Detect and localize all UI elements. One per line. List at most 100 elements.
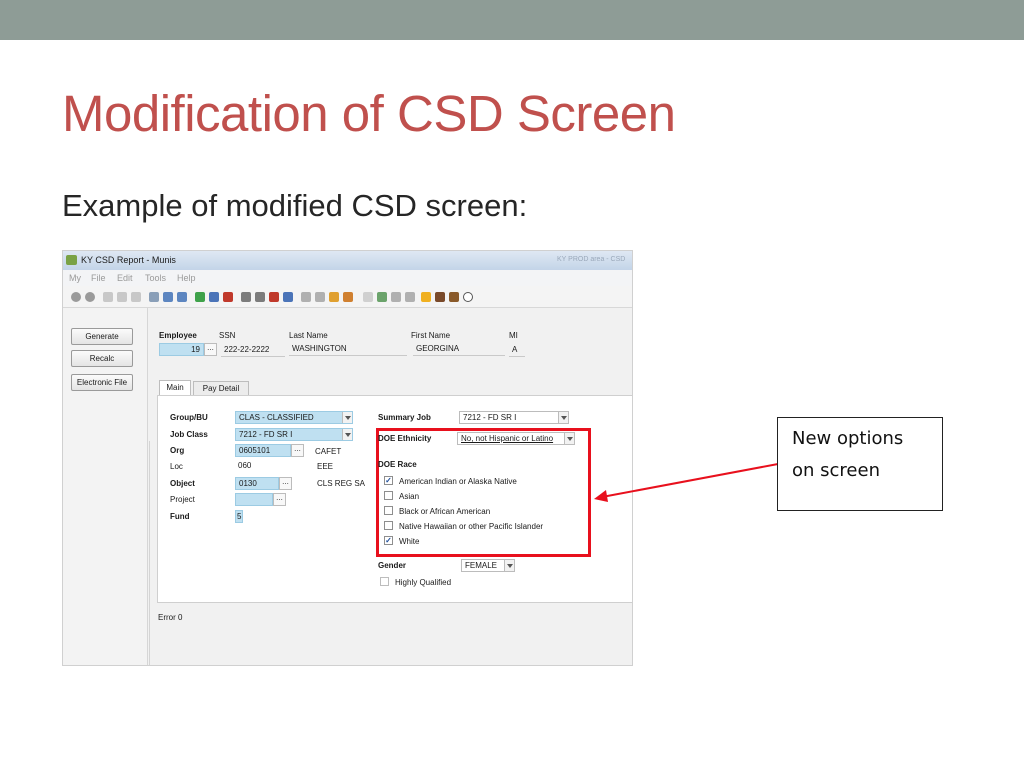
- org-description: CAFET: [315, 447, 342, 456]
- project-lookup-button[interactable]: ...: [273, 493, 286, 506]
- lightbulb-icon[interactable]: [435, 292, 445, 302]
- mi-field: A: [509, 344, 525, 357]
- race-checkbox-black[interactable]: [384, 506, 393, 515]
- search-icon[interactable]: [149, 292, 159, 302]
- error-status: Error 0: [158, 613, 183, 622]
- group-bu-value: CLAS - CLASSIFIED: [239, 413, 314, 422]
- doe-ethnicity-select[interactable]: No, not Hispanic or Latino: [457, 432, 575, 445]
- highly-qualified-checkbox[interactable]: [380, 577, 389, 586]
- chevron-down-icon[interactable]: [342, 429, 352, 440]
- filter-icon[interactable]: [405, 292, 415, 302]
- munis-app-icon: [66, 255, 77, 265]
- loc-description: EEE: [317, 462, 334, 471]
- slide-title: Modification of CSD Screen: [62, 85, 676, 142]
- notes-icon[interactable]: [315, 292, 325, 302]
- attach-icon[interactable]: [301, 292, 311, 302]
- object-label: Object: [170, 479, 195, 488]
- project-input[interactable]: [235, 493, 273, 506]
- pane-divider: [149, 441, 150, 665]
- race-checkbox-american-indian[interactable]: ✓: [384, 476, 393, 485]
- race-label-white: White: [399, 537, 420, 546]
- cut-icon[interactable]: [103, 292, 113, 302]
- race-label-native-hawaiian: Native Hawaiian or other Pacific Islande…: [399, 522, 544, 531]
- export-icon[interactable]: [283, 292, 293, 302]
- job-class-select[interactable]: 7212 - FD SR I: [235, 428, 353, 441]
- employee-lookup-button[interactable]: ...: [204, 343, 217, 356]
- doe-ethnicity-label: DOE Ethnicity: [378, 434, 432, 443]
- race-label-american-indian: American Indian or Alaska Native: [399, 477, 517, 486]
- org-input[interactable]: 0605101: [235, 444, 291, 457]
- race-label-asian: Asian: [399, 492, 420, 501]
- chevron-down-icon[interactable]: [558, 412, 568, 423]
- print-preview-icon[interactable]: [255, 292, 265, 302]
- chart-icon[interactable]: [391, 292, 401, 302]
- print-icon[interactable]: [241, 292, 251, 302]
- first-name-field: GEORGINA: [413, 343, 505, 356]
- org-lookup-button[interactable]: ...: [291, 444, 304, 457]
- electronic-file-button[interactable]: Electronic File: [71, 374, 133, 391]
- add-icon[interactable]: [195, 292, 205, 302]
- loc-label: Loc: [170, 462, 183, 471]
- tab-pay-detail[interactable]: Pay Detail: [193, 381, 249, 396]
- window-ghost-text: KY PROD area - CSD: [557, 256, 626, 263]
- race-checkbox-asian[interactable]: [384, 491, 393, 500]
- tab-main[interactable]: Main: [159, 380, 191, 396]
- help-icon[interactable]: [463, 292, 473, 302]
- menu-tools[interactable]: Tools: [145, 273, 166, 283]
- pdf-icon[interactable]: [269, 292, 279, 302]
- mail-icon[interactable]: [329, 292, 339, 302]
- first-name-label: First Name: [411, 331, 451, 340]
- annotation-arrow: [594, 463, 779, 502]
- object-input[interactable]: 0130: [235, 477, 279, 490]
- delete-icon[interactable]: [223, 292, 233, 302]
- last-name-label: Last Name: [289, 331, 328, 340]
- object-lookup-button[interactable]: ...: [279, 477, 292, 490]
- group-bu-select[interactable]: CLAS - CLASSIFIED: [235, 411, 353, 424]
- doe-race-label: DOE Race: [378, 460, 417, 469]
- window-title: KY CSD Report - Munis: [81, 255, 176, 265]
- chevron-down-icon[interactable]: [504, 560, 514, 571]
- paste-icon[interactable]: [131, 292, 141, 302]
- menu-edit[interactable]: Edit: [117, 273, 133, 283]
- gender-select[interactable]: FEMALE: [461, 559, 515, 572]
- race-checkbox-native-hawaiian[interactable]: [384, 521, 393, 530]
- gender-value: FEMALE: [465, 561, 498, 570]
- ssn-label: SSN: [219, 331, 236, 340]
- book-icon[interactable]: [449, 292, 459, 302]
- slide-subtitle: Example of modified CSD screen:: [62, 188, 528, 223]
- list-icon[interactable]: [177, 292, 187, 302]
- excel-icon[interactable]: [377, 292, 387, 302]
- edit-icon[interactable]: [363, 292, 373, 302]
- group-bu-label: Group/BU: [170, 413, 208, 422]
- action-pane: Generate Recalc Electronic File: [63, 308, 148, 665]
- employee-input[interactable]: 19: [159, 343, 204, 356]
- annotation-callout: New options on screen: [777, 417, 943, 511]
- star-icon[interactable]: [421, 292, 431, 302]
- menu-help[interactable]: Help: [177, 273, 196, 283]
- fund-label: Fund: [170, 512, 190, 521]
- copy-icon[interactable]: [117, 292, 127, 302]
- window-title-bar: KY CSD Report - Munis KY PROD area - CSD: [63, 251, 632, 270]
- menu-file[interactable]: File: [91, 273, 106, 283]
- update-icon[interactable]: [209, 292, 219, 302]
- fund-input[interactable]: 5: [235, 510, 243, 523]
- summary-job-select[interactable]: 7212 - FD SR I: [459, 411, 569, 424]
- chevron-down-icon[interactable]: [342, 412, 352, 423]
- project-label: Project: [170, 495, 195, 504]
- forward-icon[interactable]: [85, 292, 95, 302]
- race-checkbox-white[interactable]: ✓: [384, 536, 393, 545]
- doe-ethnicity-value: No, not Hispanic or Latino: [461, 434, 554, 443]
- generate-button[interactable]: Generate: [71, 328, 133, 345]
- summary-job-value: 7212 - FD SR I: [463, 413, 517, 422]
- mi-label: MI: [509, 331, 518, 340]
- summary-job-label: Summary Job: [378, 413, 431, 422]
- menu-my[interactable]: My: [69, 273, 81, 283]
- browse-icon[interactable]: [163, 292, 173, 302]
- chevron-down-icon[interactable]: [564, 433, 574, 444]
- callout-line-1: New options: [792, 428, 904, 449]
- gender-label: Gender: [378, 561, 407, 570]
- recalc-button[interactable]: Recalc: [71, 350, 133, 367]
- toolbar: [63, 286, 632, 308]
- word-icon[interactable]: [343, 292, 353, 302]
- back-icon[interactable]: [71, 292, 81, 302]
